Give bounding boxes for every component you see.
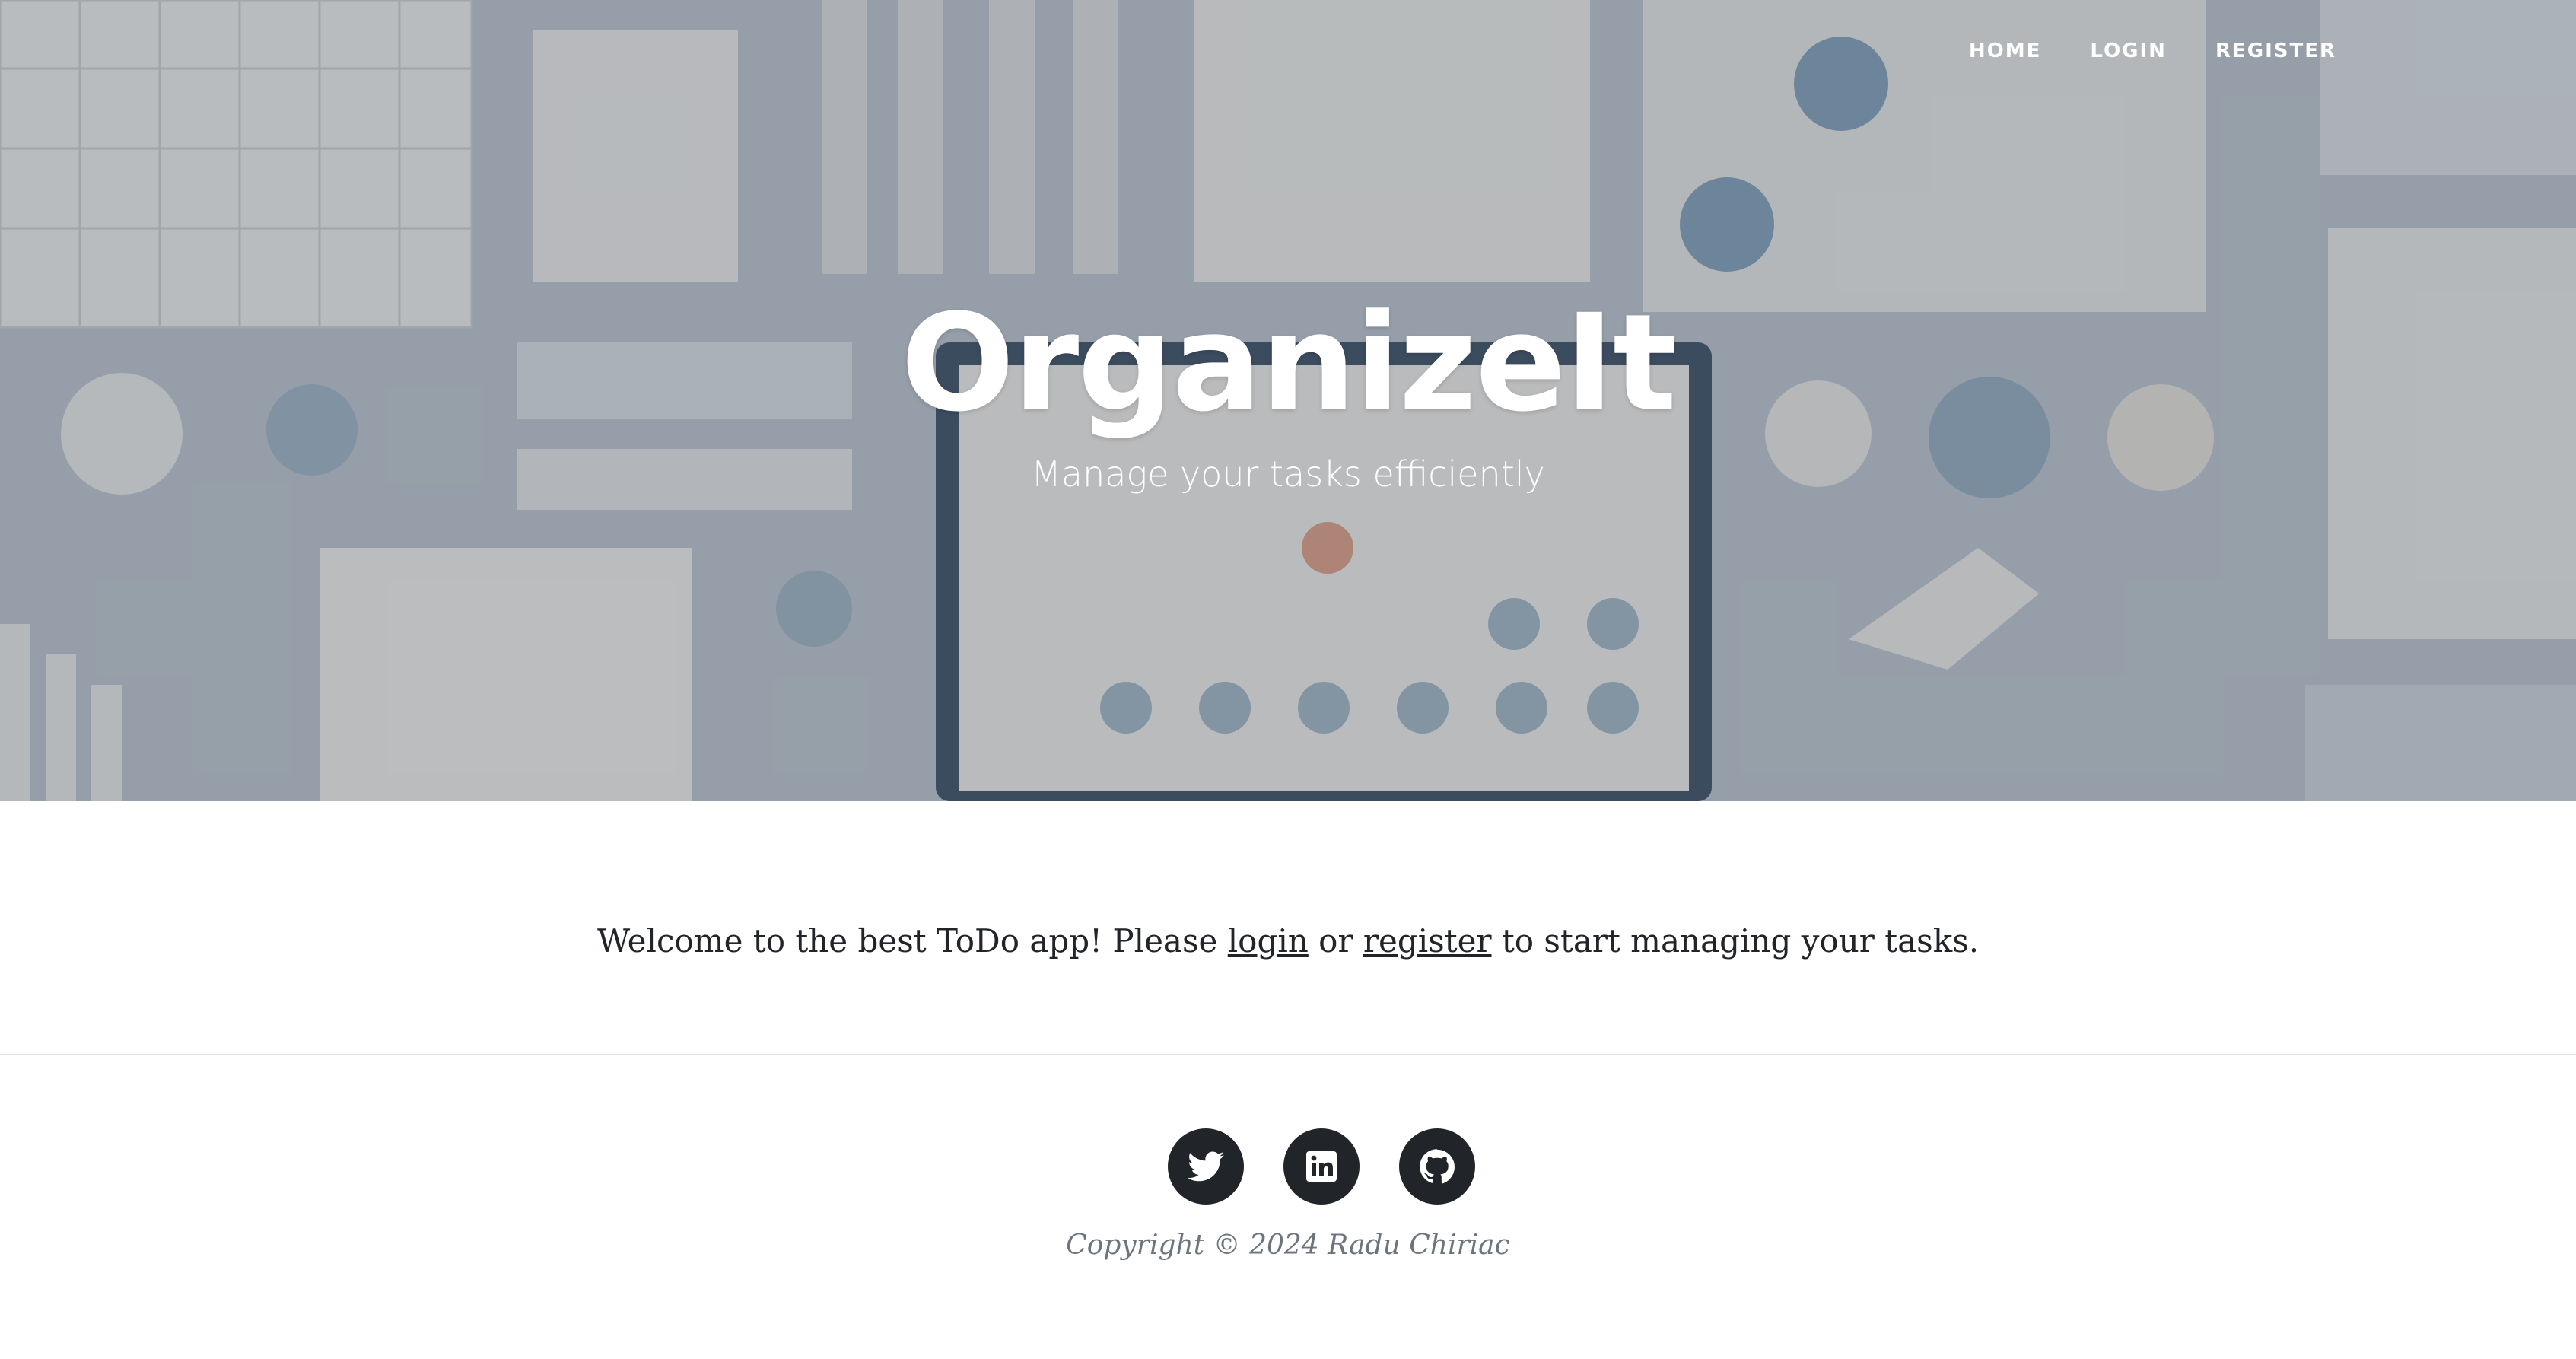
welcome-text-end: to start managing your tasks. [1491,922,1980,960]
linkedin-link[interactable] [1283,1128,1360,1205]
welcome-text-start: Welcome to the best ToDo app! Please [596,922,1228,960]
hero-header: HOME LOGIN REGISTER OrganizeIt Manage yo… [0,0,2576,801]
site-title: OrganizeIt [900,285,1677,441]
register-link[interactable]: register [1363,922,1492,960]
linkedin-icon [1306,1151,1337,1182]
twitter-icon [1188,1151,1224,1182]
welcome-message: Welcome to the best ToDo app! Please log… [0,922,2576,960]
footer-divider [0,1054,2576,1055]
nav-register-link[interactable]: REGISTER [2215,40,2336,62]
copyright-text: Copyright © 2024 Radu Chiriac [1066,1230,1510,1261]
twitter-link[interactable] [1168,1128,1244,1205]
github-icon [1420,1149,1455,1184]
social-links [1168,1128,1475,1205]
github-link[interactable] [1399,1128,1475,1205]
site-subtitle: Manage your tasks efficiently [1031,454,1545,495]
nav-home-link[interactable]: HOME [1969,40,2042,62]
welcome-text-or: or [1308,922,1363,960]
nav-login-link[interactable]: LOGIN [2090,40,2167,62]
main-nav: HOME LOGIN REGISTER [1969,40,2336,62]
login-link[interactable]: login [1228,922,1309,960]
